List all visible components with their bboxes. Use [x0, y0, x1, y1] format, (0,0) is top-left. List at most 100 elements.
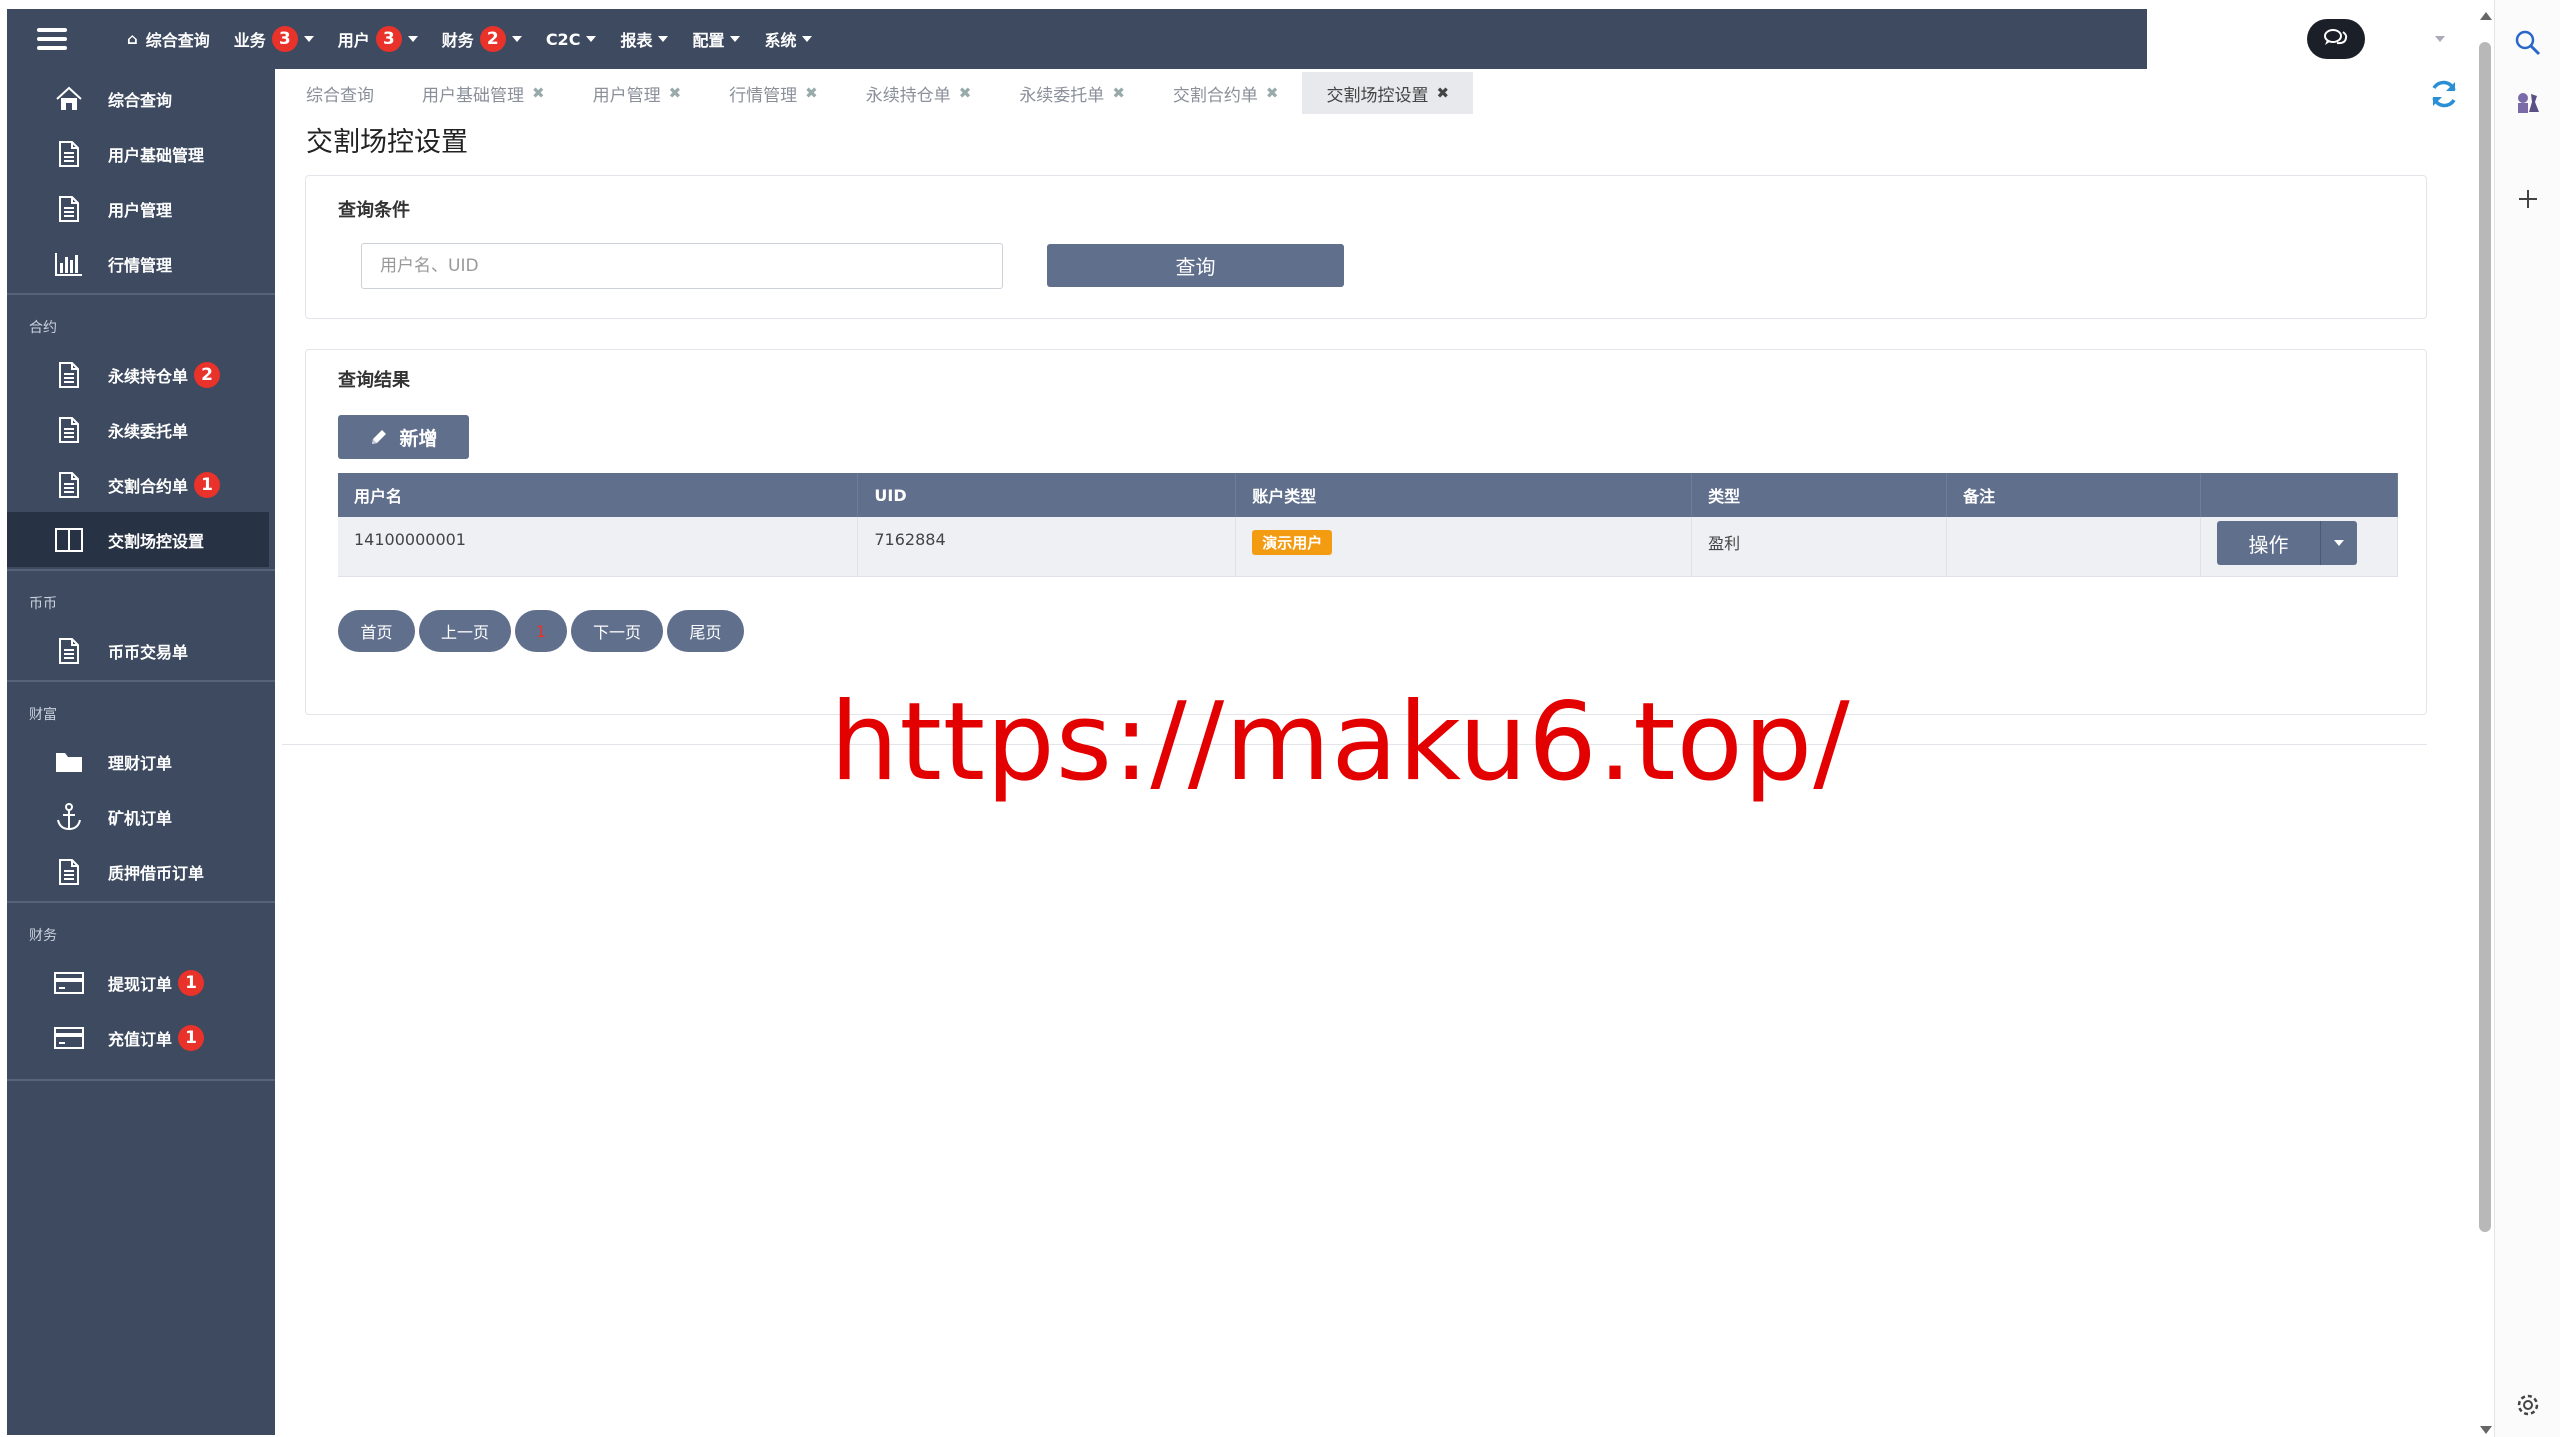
- top-nav: ⌂ 综合查询 业务 3 用户 3 财务 2 C2C 报表 配置 系统: [127, 9, 836, 69]
- topnav-item-label: C2C: [545, 29, 581, 49]
- topnav-item-6[interactable]: 配置: [692, 27, 741, 51]
- scrollbar-thumb[interactable]: [2479, 42, 2491, 1232]
- page-prev-button[interactable]: 上一页: [419, 610, 511, 652]
- refresh-icon[interactable]: [2428, 78, 2460, 110]
- tab-1[interactable]: 用户基础管理 ✖: [398, 72, 569, 114]
- search-icon[interactable]: [2511, 26, 2545, 60]
- topnav-item-2[interactable]: 用户 3: [338, 26, 418, 52]
- add-button[interactable]: 新增: [338, 415, 469, 459]
- sidebar-item-label: 永续持仓单: [108, 366, 189, 386]
- topnav-item-3[interactable]: 财务 2: [442, 26, 522, 52]
- close-icon[interactable]: ✖: [1436, 84, 1449, 102]
- topnav-item-7[interactable]: 系统: [764, 27, 813, 51]
- results-table: 用户名 UID 账户类型 类型 备注 14100000001 7162884 演…: [338, 473, 2399, 577]
- column-header-username[interactable]: 用户名: [338, 473, 859, 517]
- sidebar-item-label: 币币交易单: [108, 642, 189, 662]
- sidebar-item-label: 永续委托单: [108, 421, 189, 441]
- sidebar-item-label: 提现订单: [108, 974, 173, 994]
- close-icon[interactable]: ✖: [1112, 84, 1125, 102]
- scroll-down-arrow-icon[interactable]: [2480, 1426, 2492, 1434]
- chevron-down-icon: [586, 36, 597, 42]
- tab-6[interactable]: 交割合约单 ✖: [1149, 72, 1303, 114]
- results-panel-title: 查询结果: [338, 370, 410, 391]
- watermark-text: https://maku6.top/: [830, 680, 1851, 805]
- page-current-button[interactable]: 1: [515, 610, 567, 652]
- sidebar-item-label: 用户管理: [108, 200, 173, 220]
- sidebar-item-2-2[interactable]: 质押借币订单: [7, 844, 275, 899]
- search-input[interactable]: [361, 243, 1003, 289]
- tab-2[interactable]: 用户管理 ✖: [569, 72, 706, 114]
- results-panel: 查询结果 新增 用户名 UID 账户类型 类型 备注 14100000001 7…: [305, 349, 2427, 715]
- sidebar-section-label: 合约: [29, 320, 57, 336]
- sidebar-item-label: 理财订单: [108, 753, 173, 773]
- menu-toggle-button[interactable]: [7, 9, 97, 69]
- sidebar-item-top-2[interactable]: 用户管理: [7, 181, 275, 236]
- column-header-type[interactable]: 类型: [1691, 473, 1948, 517]
- credit-card-icon: [52, 966, 86, 1000]
- topnav-item-4[interactable]: C2C: [546, 30, 597, 49]
- tab-label: 交割场控设置: [1326, 85, 1429, 106]
- sidebar-item-top-0[interactable]: 综合查询: [7, 71, 275, 126]
- sidebar-item-0-1[interactable]: 永续委托单: [7, 402, 275, 457]
- plus-icon[interactable]: [2511, 182, 2545, 216]
- action-dropdown-toggle[interactable]: [2319, 521, 2357, 565]
- home-icon: ⌂: [127, 30, 138, 48]
- chevron-down-icon: [303, 36, 314, 42]
- column-header-account-type[interactable]: 账户类型: [1235, 473, 1693, 517]
- column-header-uid[interactable]: UID: [857, 473, 1237, 517]
- tab-4[interactable]: 永续持仓单 ✖: [842, 72, 996, 114]
- cell-uid: 7162884: [857, 517, 1237, 577]
- page-first-button[interactable]: 首页: [338, 610, 415, 652]
- user-menu[interactable]: root: [2383, 9, 2445, 69]
- column-header-remark[interactable]: 备注: [1946, 473, 2201, 517]
- cell-username: 14100000001: [338, 517, 859, 577]
- page-last-button[interactable]: 尾页: [667, 610, 744, 652]
- topnav-item-1[interactable]: 业务 3: [234, 26, 314, 52]
- user-name: root: [2383, 29, 2423, 49]
- close-icon[interactable]: ✖: [805, 84, 818, 102]
- close-icon[interactable]: ✖: [532, 84, 545, 102]
- sidebar-item-label: 矿机订单: [108, 808, 173, 828]
- sidebar-section-3: 财务 提现订单 1 充值订单 1: [7, 901, 275, 1067]
- cell-account-type: 演示用户: [1235, 517, 1693, 577]
- chevron-down-icon: [730, 36, 741, 42]
- document-icon: [52, 468, 86, 502]
- sidebar-item-2-1[interactable]: 矿机订单: [7, 789, 275, 844]
- tab-7[interactable]: 交割场控设置 ✖: [1302, 72, 1474, 114]
- chevron-down-icon: [511, 36, 522, 42]
- sidebar-item-0-2[interactable]: 交割合约单 1: [7, 457, 275, 512]
- close-icon[interactable]: ✖: [669, 84, 682, 102]
- topnav-item-label: 业务: [233, 31, 266, 50]
- topnav-item-5[interactable]: 报表: [620, 27, 669, 51]
- scroll-up-arrow-icon[interactable]: [2480, 12, 2492, 20]
- query-button[interactable]: 查询: [1047, 244, 1344, 287]
- sidebar-item-label: 行情管理: [108, 255, 173, 275]
- bar-chart-icon: [52, 247, 86, 281]
- close-icon[interactable]: ✖: [959, 84, 972, 102]
- close-icon[interactable]: ✖: [1266, 84, 1279, 102]
- gear-icon[interactable]: [2511, 1388, 2545, 1422]
- tab-label: 永续持仓单: [865, 85, 951, 106]
- tab-label: 交割合约单: [1172, 85, 1258, 106]
- tab-5[interactable]: 永续委托单 ✖: [995, 72, 1149, 114]
- action-button[interactable]: 操作: [2216, 521, 2320, 565]
- cell-remark: [1946, 517, 2201, 577]
- chat-button[interactable]: [2307, 19, 2365, 59]
- tab-3[interactable]: 行情管理 ✖: [705, 72, 842, 114]
- page-scrollbar[interactable]: [2476, 12, 2494, 1434]
- sidebar-item-top-1[interactable]: 用户基础管理: [7, 126, 275, 181]
- document-icon: [52, 413, 86, 447]
- sidebar-item-1-0[interactable]: 币币交易单: [7, 623, 275, 678]
- sidebar-item-3-1[interactable]: 充值订单 1: [7, 1010, 275, 1065]
- chess-pieces-icon[interactable]: [2511, 86, 2545, 120]
- sidebar-item-0-0[interactable]: 永续持仓单 2: [7, 347, 275, 402]
- document-icon: [52, 192, 86, 226]
- sidebar-item-top-3[interactable]: 行情管理: [7, 236, 275, 291]
- sidebar-item-2-0[interactable]: 理财订单: [7, 734, 275, 789]
- sidebar-item-0-3[interactable]: 交割场控设置: [7, 512, 269, 567]
- page-next-button[interactable]: 下一页: [571, 610, 663, 652]
- topnav-item-label: 系统: [764, 31, 797, 50]
- tab-0[interactable]: 综合查询: [282, 72, 398, 114]
- sidebar-item-3-0[interactable]: 提现订单 1: [7, 955, 275, 1010]
- topnav-item-0[interactable]: ⌂ 综合查询: [127, 27, 210, 51]
